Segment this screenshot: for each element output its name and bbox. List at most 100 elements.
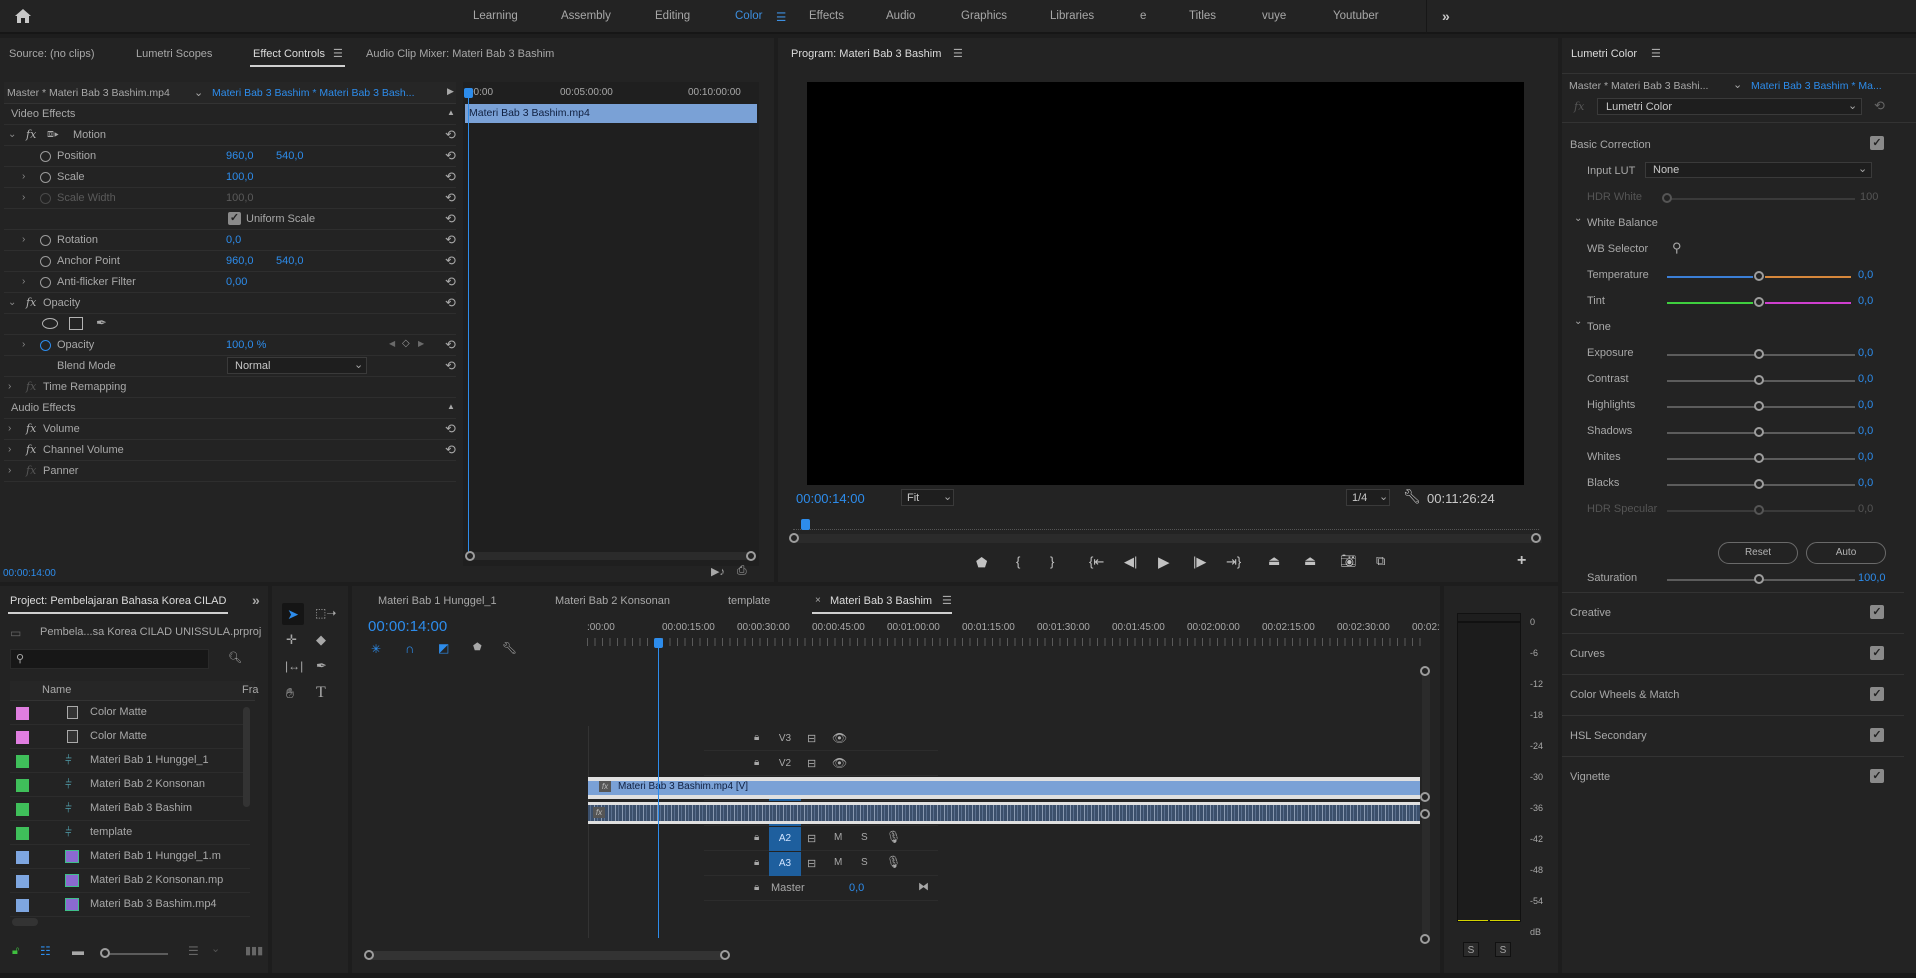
saturation-value[interactable]: 100,0 [1858,572,1886,584]
icon-view-icon[interactable]: ▬ [72,944,84,958]
lock-icon[interactable]: 🔒︎ [754,882,759,893]
go-to-out-button[interactable]: ⇥} [1226,554,1241,570]
label-color-swatch[interactable] [16,899,29,912]
workspace-assembly[interactable]: Assembly [561,10,611,22]
expand-chevron-icon[interactable]: › [22,234,25,245]
timeline-settings-icon[interactable]: 🔧︎ [502,641,517,655]
project-item[interactable]: Color Matte [10,701,250,725]
label-color-swatch[interactable] [16,803,29,816]
add-keyframe-icon[interactable]: ◇ [402,338,410,349]
button-editor-add-icon[interactable]: + [1517,552,1526,570]
tone-slider-value[interactable]: 0,0 [1858,399,1873,411]
ellipse-mask-icon[interactable] [42,318,58,329]
more-workspaces-icon[interactable]: » [1442,8,1450,24]
audio-clip-a1[interactable]: fx [588,802,1420,824]
new-search-bin-icon[interactable]: 🔍︎ [228,651,242,664]
temperature-value[interactable]: 0,0 [1858,269,1873,281]
mark-in-button[interactable]: { [1016,554,1020,569]
workspace-learning[interactable]: Learning [473,10,518,22]
automate-sequence-icon[interactable]: ▮▮▮ [245,944,263,957]
horizontal-scroll-start-handle[interactable] [364,950,374,960]
track-target-audio[interactable]: A2 [769,827,801,851]
master-clip-label[interactable]: Master * Materi Bab 3 Bashim.mp4 [7,87,170,99]
tint-slider[interactable] [1754,297,1764,307]
chevron-down-icon[interactable]: ⌄ [211,942,220,955]
expand-chevron-icon[interactable]: › [8,444,11,455]
close-tab-icon[interactable]: × [815,595,821,606]
fit-select[interactable]: Fit ⌄ [901,489,954,506]
label-color-swatch[interactable] [16,755,29,768]
reset-icon[interactable]: ⟲ [445,149,459,162]
razor-tool[interactable]: ◆ [316,632,326,648]
tone-header[interactable]: Tone [1587,321,1611,333]
zoom-start-handle[interactable] [789,533,799,543]
motion-transform-icon[interactable]: ⧈▸ [47,128,59,141]
label-color-swatch[interactable] [16,875,29,888]
mini-playhead[interactable] [468,88,469,558]
master-value[interactable]: 0,0 [849,882,864,894]
hand-tool[interactable]: ✋︎ [286,685,294,702]
effect-panner[interactable]: › fx Panner [4,461,456,482]
mini-scroll-end-handle[interactable] [746,551,756,561]
linked-selection-icon[interactable]: ◩ [438,641,449,655]
expand-chevron-icon[interactable]: › [8,465,11,476]
lumetri-section[interactable]: Creative ✓ [1562,592,1904,633]
project-item[interactable]: Materi Bab 2 Konsonan.mp [10,869,250,893]
uniform-scale-checkbox[interactable]: ✓ [228,212,241,225]
mark-out-button[interactable]: } [1050,554,1054,569]
reset-icon[interactable]: ⟲ [445,275,459,288]
play-button[interactable]: ▶ [1158,553,1170,571]
section-checkbox[interactable]: ✓ [1870,605,1884,619]
tone-slider-value[interactable]: 0,0 [1858,425,1873,437]
timeline-playhead-handle[interactable] [654,638,663,648]
project-item[interactable]: ⫩ Materi Bab 2 Konsonan [10,773,250,797]
resolution-select[interactable]: 1/4 ⌄ [1346,489,1390,506]
video-clip-v1[interactable]: fx Materi Bab 3 Bashim.mp4 [V] [588,777,1420,799]
reset-icon[interactable]: ⟲ [445,191,459,204]
position-x-value[interactable]: 960,0 [226,150,254,162]
tone-slider-value[interactable]: 0,0 [1858,477,1873,489]
sequence-clip-label[interactable]: Materi Bab 3 Bashim * Materi Bab 3 Bash.… [212,87,415,99]
panel-menu-icon[interactable]: ☰ [942,594,952,607]
lift-button[interactable]: ⏏ [1268,553,1280,569]
effect-controls-timecode[interactable]: 00:00:14:00 [3,568,56,579]
anti-flicker-value[interactable]: 0,00 [226,276,247,288]
stopwatch-icon[interactable] [40,277,51,288]
project-item[interactable]: ⫩ Materi Bab 3 Bashim [10,797,250,821]
vertical-scroll-handle-bottom[interactable] [1420,934,1430,944]
tab-source[interactable]: Source: (no clips) [9,48,95,60]
reset-icon[interactable]: ⟲ [445,359,459,372]
expand-chevron-icon[interactable]: › [22,192,25,203]
project-vertical-scrollbar[interactable] [243,707,250,807]
video-preview[interactable] [807,82,1524,485]
track-select-tool[interactable]: ⬚➝ [315,606,336,620]
stopwatch-icon[interactable] [40,235,51,246]
tone-slider-value[interactable]: 0,0 [1858,347,1873,359]
opacity-value[interactable]: 100,0 % [226,339,266,351]
anchor-x-value[interactable]: 960,0 [226,255,254,267]
vertical-scroll-handle[interactable] [1420,792,1430,802]
solo-button[interactable]: S [861,857,868,868]
fx-icon[interactable]: fx [26,296,36,309]
white-balance-chevron-icon[interactable]: ⌄ [1574,213,1582,224]
workspace-audio[interactable]: Audio [886,10,915,22]
stopwatch-icon[interactable] [40,256,51,267]
label-color-swatch[interactable] [16,851,29,864]
export-icon[interactable]: ⎙ [737,563,747,578]
zoom-end-handle[interactable] [1531,533,1541,543]
project-item[interactable]: Color Matte [10,725,250,749]
type-tool[interactable]: T [316,684,326,702]
rotation-value[interactable]: 0,0 [226,234,241,246]
label-color-swatch[interactable] [16,779,29,792]
tone-slider-handle[interactable] [1754,349,1764,359]
timeline-tab-1[interactable]: Materi Bab 1 Hunggel_1 [378,595,497,607]
tone-chevron-icon[interactable]: ⌄ [1574,316,1582,327]
tab-lumetri-scopes[interactable]: Lumetri Scopes [136,48,212,60]
reset-icon[interactable]: ⟲ [445,422,459,435]
workspace-menu-icon[interactable]: ☰ [776,10,786,24]
voiceover-record-icon[interactable]: 🎙︎ [886,830,901,844]
tab-audio-clip-mixer[interactable]: Audio Clip Mixer: Materi Bab 3 Bashim [366,48,554,60]
reset-icon[interactable]: ⟲ [1874,98,1885,114]
list-view-icon[interactable]: ☷ [40,944,51,958]
comparison-view-button[interactable]: ⧉ [1376,553,1385,569]
